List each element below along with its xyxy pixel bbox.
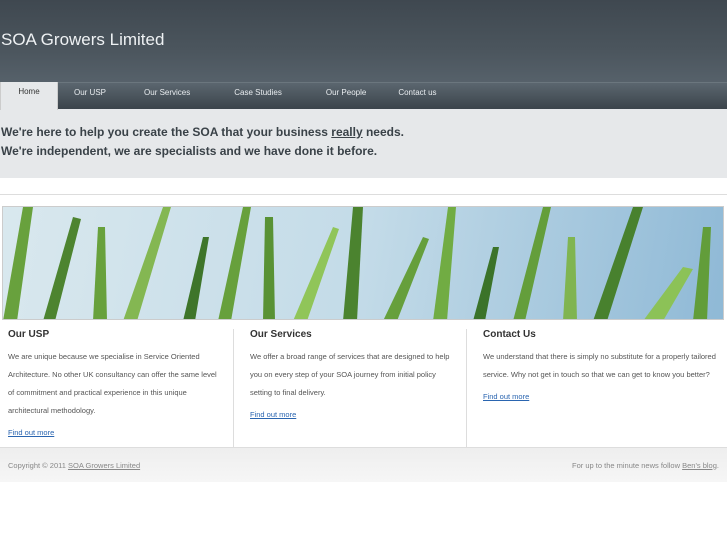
nav-case-studies[interactable]: Case Studies <box>212 83 304 109</box>
find-out-more-link[interactable]: Find out more <box>8 428 225 437</box>
nav-our-services[interactable]: Our Services <box>122 83 212 109</box>
column-text: We are unique because we specialise in S… <box>8 352 217 415</box>
column-text: We offer a broad range of services that … <box>250 352 450 397</box>
nav-our-people[interactable]: Our People <box>304 83 388 109</box>
column-contact-us: Contact Us We understand that there is si… <box>466 329 727 447</box>
nav-our-usp[interactable]: Our USP <box>58 83 122 109</box>
footer: Copyright © 2011 SOA Growers Limited For… <box>0 447 727 482</box>
copyright: Copyright © 2011 SOA Growers Limited <box>8 461 140 470</box>
grass-banner-image <box>2 206 724 320</box>
intro-banner: We're here to help you create the SOA th… <box>0 109 727 178</box>
nav-contact-us[interactable]: Contact us <box>388 83 446 109</box>
news-text: For up to the minute news follow <box>572 460 681 470</box>
intro-emphasis: really <box>331 125 363 139</box>
banner-wrapper <box>0 194 727 320</box>
intro-line-2: We're independent, we are specialists an… <box>1 144 378 158</box>
intro-text: needs. <box>362 125 404 139</box>
column-text: We understand that there is simply no su… <box>483 352 716 379</box>
header: SOA Growers Limited <box>0 0 727 82</box>
intro-text: We're here to help you create the SOA th… <box>1 125 332 139</box>
column-title: Contact Us <box>483 329 536 340</box>
main-nav: Home Our USP Our Services Case Studies O… <box>0 77 727 110</box>
company-link[interactable]: SOA Growers Limited <box>68 461 140 470</box>
find-out-more-link[interactable]: Find out more <box>483 392 719 401</box>
intro-line-1: We're here to help you create the SOA th… <box>1 125 727 140</box>
feature-columns: Our USP We are unique because we speciali… <box>0 319 727 447</box>
column-our-usp: Our USP We are unique because we speciali… <box>0 329 233 447</box>
blog-link[interactable]: Ben's blog <box>682 461 717 470</box>
news-note: For up to the minute news follow Ben's b… <box>572 461 719 470</box>
period: . <box>716 460 719 470</box>
find-out-more-link[interactable]: Find out more <box>250 410 458 419</box>
column-our-services: Our Services We offer a broad range of se… <box>233 329 466 447</box>
site-title: SOA Growers Limited <box>1 30 165 49</box>
column-title: Our USP <box>8 329 50 340</box>
column-title: Our Services <box>250 329 312 340</box>
copyright-text: Copyright © 2011 <box>8 460 66 470</box>
